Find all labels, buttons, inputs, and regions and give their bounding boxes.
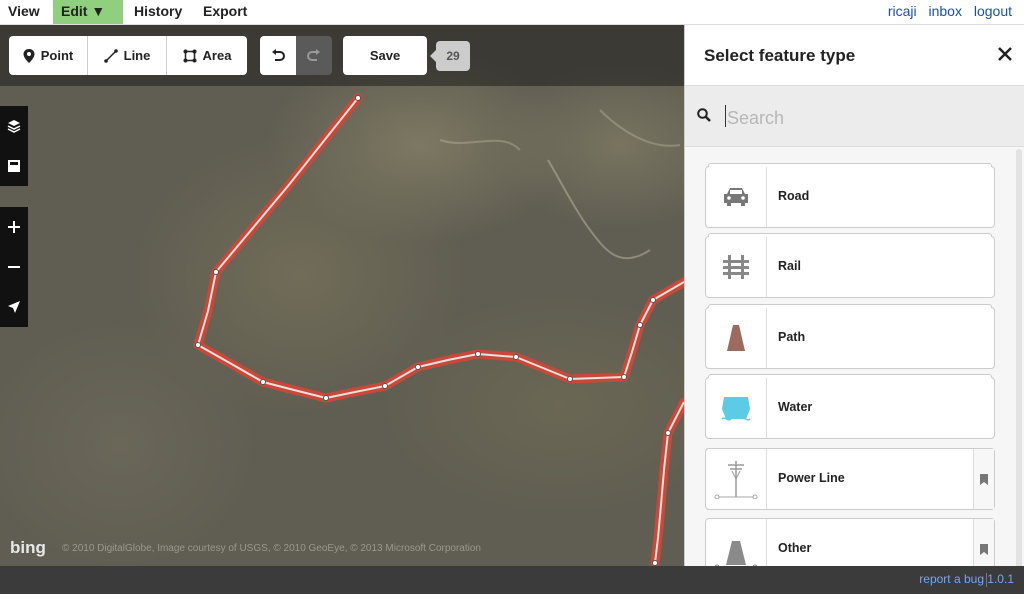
minus-icon: [8, 266, 20, 268]
book-icon: [8, 160, 20, 172]
preset-label: Other: [778, 541, 812, 555]
inbox-link[interactable]: inbox: [928, 3, 961, 19]
preset-water[interactable]: Water: [705, 374, 995, 439]
undo-icon: [272, 48, 285, 61]
preset-docs-button[interactable]: [973, 519, 994, 566]
redo-button[interactable]: [296, 36, 332, 75]
preset-label: Water: [778, 400, 813, 414]
car-icon: [706, 167, 767, 227]
footer: report a bug 1.0.1: [0, 566, 1024, 594]
imagery-attribution: © 2010 DigitalGlobe, Image courtesy of U…: [62, 543, 481, 554]
add-point-button[interactable]: Point: [9, 36, 88, 75]
water-icon: [706, 378, 767, 438]
area-label: Area: [202, 48, 232, 63]
save-button[interactable]: Save: [343, 36, 427, 75]
panel-title: Select feature type: [704, 46, 856, 65]
panel-header: Select feature type: [685, 25, 1024, 86]
line-icon: [103, 48, 118, 63]
zoom-in-button[interactable]: [0, 207, 28, 247]
zoom-out-button[interactable]: [0, 247, 28, 287]
plus-icon: [8, 221, 20, 233]
other-icon: [706, 519, 767, 566]
point-label: Point: [40, 48, 74, 63]
layers-icon: [7, 120, 21, 133]
preset-label: Rail: [778, 259, 801, 273]
close-icon: [998, 47, 1012, 61]
preset-power-line[interactable]: Power Line: [705, 448, 995, 510]
user-links: ricaji inbox logout: [880, 0, 1012, 24]
undo-button[interactable]: [260, 36, 296, 75]
locate-arrow-icon: [8, 301, 20, 313]
menu-history[interactable]: History: [126, 0, 190, 24]
add-area-button[interactable]: Area: [167, 36, 247, 75]
map-canvas[interactable]: bing © 2010 DigitalGlobe, Image courtesy…: [0, 25, 684, 566]
help-button[interactable]: [0, 146, 28, 186]
preset-label: Power Line: [778, 471, 845, 485]
search-icon: [697, 108, 711, 122]
bing-logo: bing: [10, 538, 46, 557]
logout-link[interactable]: logout: [974, 3, 1012, 19]
path-icon: [706, 308, 767, 368]
preset-docs-button[interactable]: [973, 449, 994, 509]
area-icon: [183, 49, 197, 62]
feature-type-panel: Select feature type Road Rail Path Water: [684, 25, 1024, 566]
change-count-badge: 29: [430, 41, 470, 71]
menu-export[interactable]: Export: [195, 0, 255, 24]
selected-line[interactable]: [193, 93, 685, 566]
top-menu-bar: View Edit ▼ History Export ricaji inbox …: [0, 0, 1024, 25]
preset-label: Road: [778, 189, 810, 203]
menu-edit[interactable]: Edit ▼: [53, 0, 123, 24]
rail-icon: [706, 237, 767, 297]
point-icon: [23, 48, 35, 63]
redo-icon: [307, 48, 320, 61]
geolocate-button[interactable]: [0, 287, 28, 327]
add-line-button[interactable]: Line: [88, 36, 167, 75]
preset-path[interactable]: Path: [705, 304, 995, 369]
line-label: Line: [123, 48, 151, 63]
preset-rail[interactable]: Rail: [705, 233, 995, 298]
report-bug-link[interactable]: report a bug: [919, 566, 984, 592]
close-button[interactable]: [993, 42, 1017, 66]
top-toolbar: Point Line Area Save: [0, 25, 684, 86]
map-features: [193, 93, 685, 566]
preset-other[interactable]: Other: [705, 518, 995, 566]
panel-scrollbar[interactable]: [1016, 149, 1022, 566]
bookmark-icon: [980, 473, 988, 485]
menu-view[interactable]: View: [0, 0, 48, 24]
preset-road[interactable]: Road: [705, 163, 995, 228]
version-link[interactable]: 1.0.1: [987, 566, 1014, 592]
power-line-icon: [706, 449, 767, 509]
bookmark-icon: [980, 543, 988, 555]
search-bar: [685, 86, 1024, 147]
user-link[interactable]: ricaji: [888, 3, 917, 19]
background-settings-button[interactable]: [0, 106, 28, 146]
preset-label: Path: [778, 330, 806, 344]
search-input[interactable]: [725, 104, 1009, 132]
